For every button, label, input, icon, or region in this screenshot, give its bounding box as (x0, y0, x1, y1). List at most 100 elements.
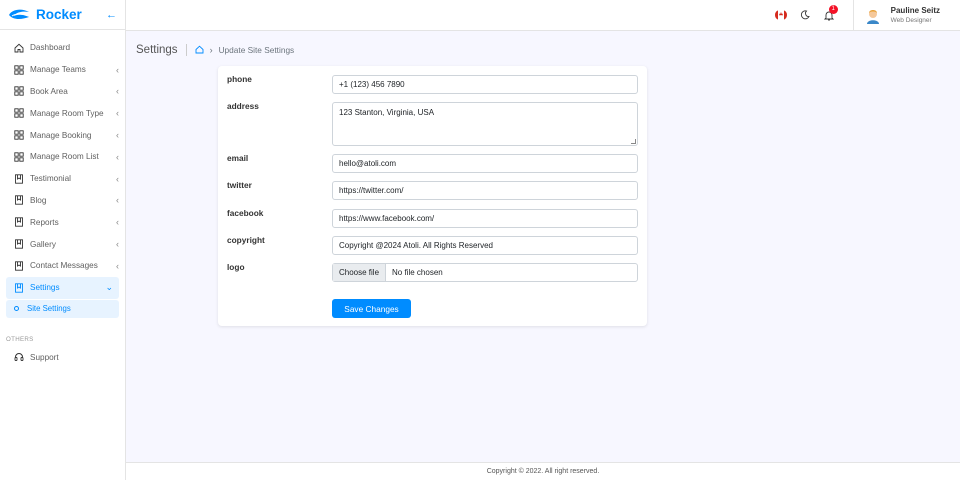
grid-icon (14, 86, 24, 97)
sidebar-subitem-label: Site Settings (27, 304, 71, 314)
sidebar-item-label: Manage Room List (30, 152, 99, 162)
sidebar-item-contact-messages[interactable]: Contact Messages ‹ (0, 255, 125, 277)
sidebar-item-manage-room-type[interactable]: Manage Room Type ‹ (0, 102, 125, 124)
sidebar-item-manage-booking[interactable]: Manage Booking ‹ (0, 124, 125, 146)
sidebar-item-label: Gallery (30, 239, 56, 249)
sidebar-item-manage-room-list[interactable]: Manage Room List ‹ (0, 146, 125, 168)
address-label: address (227, 101, 259, 111)
twitter-input[interactable]: https://twitter.com/ (332, 181, 638, 200)
sidebar-item-label: Blog (30, 195, 47, 205)
sidebar-item-label: Manage Teams (30, 65, 86, 75)
home-icon (14, 43, 24, 53)
sidebar-menu: Dashboard Manage Teams ‹ Book Area ‹ Manage R… (0, 30, 125, 299)
sidebar-item-label: Dashboard (30, 43, 71, 53)
chevron-left-icon: ‹ (116, 260, 119, 271)
sidebar-item-label: Settings (30, 283, 60, 293)
sidebar-item-manage-teams[interactable]: Manage Teams ‹ (0, 59, 125, 81)
sidebar-subitem-site-settings[interactable]: Site Settings (6, 299, 119, 318)
address-value: 123 Stanton, Virginia, USA (339, 108, 435, 117)
sidebar-item-dashboard[interactable]: Dashboard (0, 37, 125, 59)
copyright-input[interactable]: Copyright @2024 Atoli. All Rights Reserv… (332, 236, 638, 255)
home-icon[interactable] (195, 45, 204, 56)
logo-file-input[interactable]: Choose file No file chosen (332, 263, 638, 282)
email-input[interactable]: hello@atoli.com (332, 154, 638, 173)
bookmark-icon (14, 239, 24, 249)
address-textarea[interactable]: 123 Stanton, Virginia, USA (332, 102, 638, 146)
notification-badge: 1 (828, 4, 838, 14)
avatar (863, 6, 882, 24)
breadcrumb-current: Update Site Settings (218, 45, 295, 55)
headset-icon (14, 352, 24, 362)
sidebar-item-label: Testimonial (30, 174, 71, 184)
user-name: Pauline Seitz (890, 6, 940, 15)
chevron-left-icon: ‹ (116, 195, 119, 206)
phone-input[interactable]: +1 (123) 456 7890 (332, 75, 638, 94)
bell-icon[interactable]: 1 (817, 4, 841, 21)
bookmark-icon (14, 217, 24, 227)
choose-file-button[interactable]: Choose file (333, 264, 387, 281)
bookmark-icon (14, 283, 24, 293)
sidebar-item-label: Contact Messages (30, 261, 98, 271)
chevron-left-icon: ‹ (116, 151, 119, 162)
chevron-left-icon: ‹ (116, 108, 119, 119)
grid-icon (14, 65, 24, 75)
topbar: 1 Pauline Seitz Web Designer (126, 0, 960, 31)
chevron-left-icon: ‹ (116, 239, 119, 250)
bookmark-icon (14, 195, 24, 206)
chevron-left-icon: ‹ (116, 86, 119, 97)
bookmark-icon (14, 261, 24, 271)
sidebar-item-gallery[interactable]: Gallery ‹ (0, 233, 125, 255)
brand-name: Rocker (36, 7, 82, 22)
circle-icon (14, 306, 19, 312)
brand: Rocker ← (0, 0, 125, 30)
email-label: email (227, 153, 249, 163)
page-title: Settings (136, 44, 187, 56)
sidebar-item-settings[interactable]: Settings ⌄ (6, 276, 119, 299)
twitter-label: twitter (227, 180, 252, 190)
moon-icon[interactable] (793, 10, 817, 20)
footer-text: Copyright © 2022. All right reserved. (486, 468, 600, 475)
sidebar: Rocker ← Dashboard Manage Teams ‹ Book Area… (0, 0, 126, 480)
email-value: hello@atoli.com (339, 159, 397, 168)
sidebar-item-support[interactable]: Support (0, 347, 125, 369)
canada-flag-icon[interactable] (769, 10, 793, 20)
sidebar-item-blog[interactable]: Blog ‹ (0, 190, 125, 212)
bookmark-icon (14, 174, 24, 184)
logo-icon (9, 9, 29, 19)
facebook-input[interactable]: https://www.facebook.com/ (332, 209, 638, 228)
arrow-left-icon[interactable]: ← (106, 9, 117, 21)
sidebar-item-label: Book Area (30, 86, 68, 96)
phone-label: phone (227, 74, 252, 84)
user-role: Web Designer (890, 17, 932, 24)
sidebar-item-book-area[interactable]: Book Area ‹ (0, 81, 125, 103)
grid-icon (14, 108, 24, 118)
phone-value: +1 (123) 456 7890 (339, 80, 405, 89)
sidebar-item-label: Support (30, 352, 59, 362)
grid-icon (14, 152, 24, 162)
chevron-left-icon: ‹ (116, 130, 119, 141)
facebook-value: https://www.facebook.com/ (339, 214, 435, 223)
grid-icon (14, 130, 24, 140)
user-menu[interactable]: Pauline Seitz Web Designer (863, 6, 960, 24)
sidebar-item-testimonial[interactable]: Testimonial ‹ (0, 168, 125, 190)
copyright-label: copyright (227, 235, 265, 245)
sidebar-item-label: Manage Booking (30, 130, 92, 140)
logo-label: logo (227, 262, 245, 272)
resize-handle-icon[interactable] (631, 139, 636, 144)
save-changes-button[interactable]: Save Changes (332, 299, 411, 318)
divider (852, 0, 854, 31)
chevron-down-icon: ⌄ (105, 282, 113, 293)
sidebar-item-label: Manage Room Type (30, 108, 104, 118)
chevron-right-icon: › (209, 45, 213, 55)
footer: Copyright © 2022. All right reserved. (126, 462, 960, 480)
facebook-label: facebook (227, 208, 264, 218)
chevron-left-icon: ‹ (116, 64, 119, 75)
breadcrumb: Settings › Update Site Settings (136, 44, 294, 56)
sidebar-item-label: Reports (30, 217, 59, 227)
copyright-value: Copyright @2024 Atoli. All Rights Reserv… (339, 241, 493, 250)
sidebar-item-reports[interactable]: Reports ‹ (0, 211, 125, 233)
chevron-left-icon: ‹ (116, 173, 119, 184)
settings-form-card: phone +1 (123) 456 7890 address 123 Stan… (218, 66, 647, 326)
chevron-left-icon: ‹ (116, 217, 119, 228)
file-status: No file chosen (392, 268, 443, 277)
